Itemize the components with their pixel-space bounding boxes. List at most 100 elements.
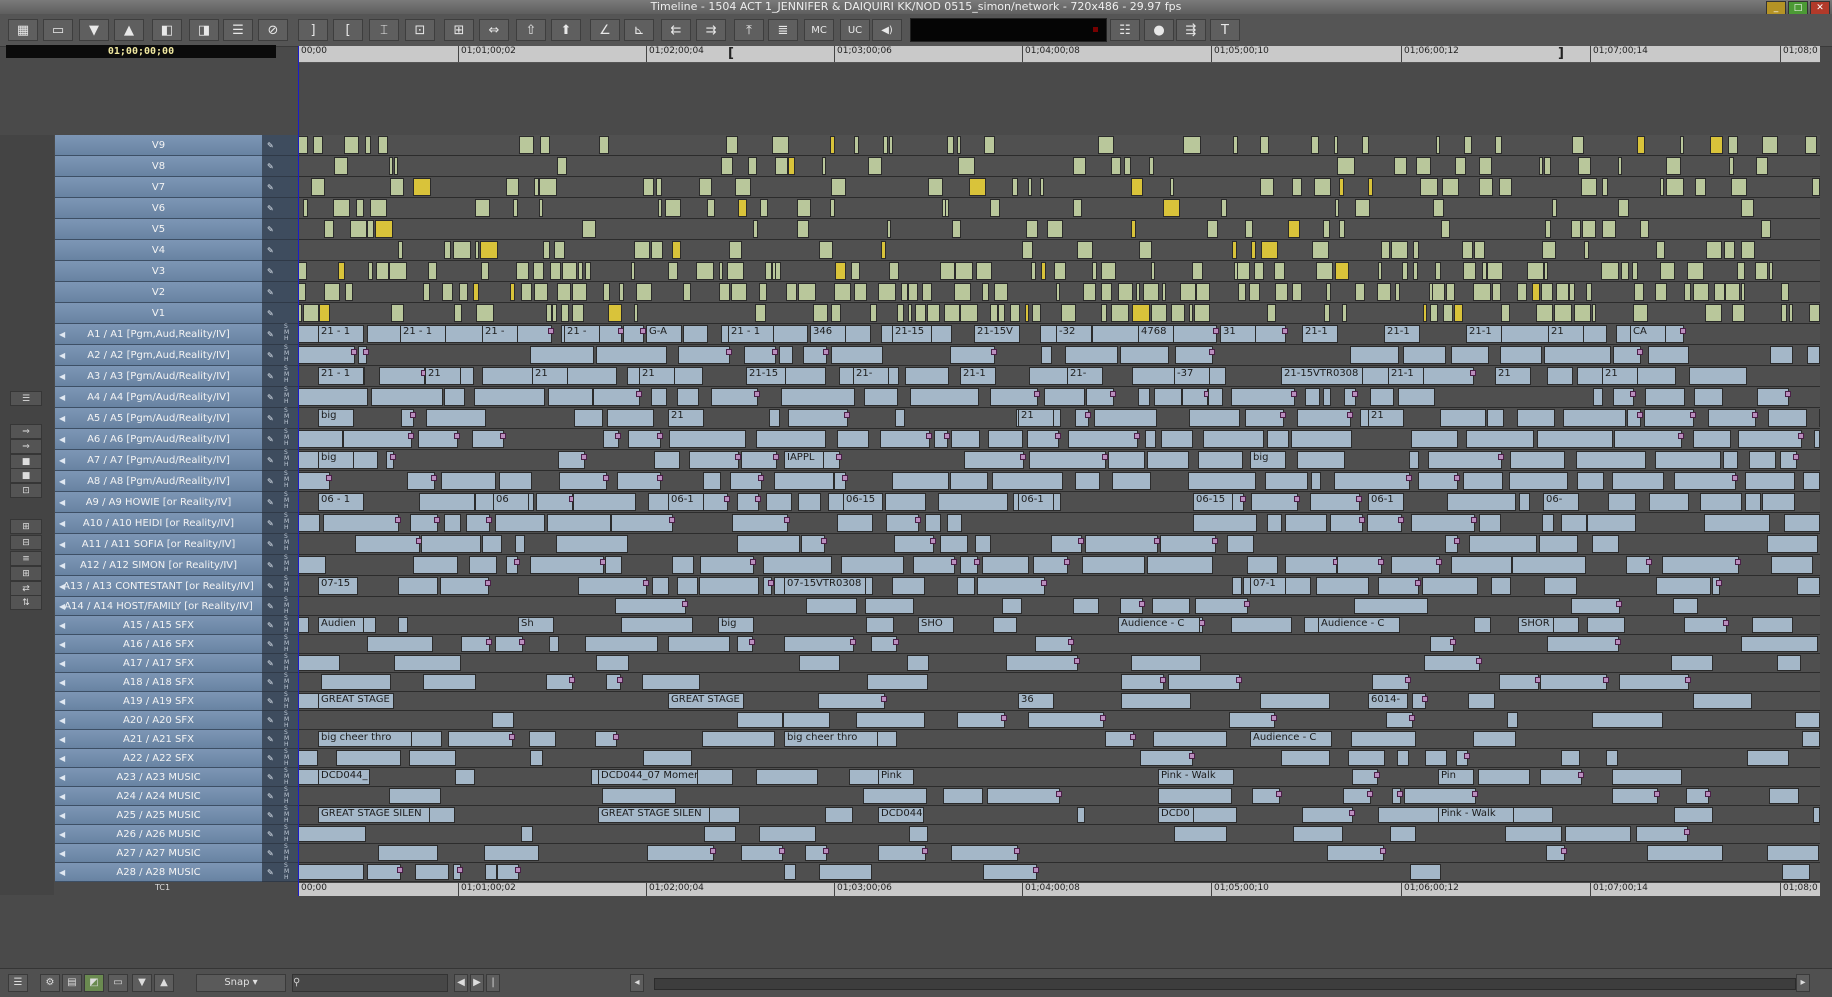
timeline-clip[interactable]: 06-1 [668,493,704,511]
keyframe-icon[interactable] [1367,791,1373,797]
timeline-clip[interactable] [656,178,662,196]
timeline-clip[interactable] [533,262,544,280]
timeline-clip[interactable]: 36 [1018,693,1054,709]
timeline-clip[interactable] [1175,346,1213,364]
keyframe-icon[interactable] [1100,715,1106,721]
timeline-clip[interactable] [1409,451,1419,469]
timeline-clip[interactable] [552,304,557,322]
timeline-clip[interactable] [298,826,366,842]
track-header[interactable]: ◀ A6 / A6 [Pgm/Aud/Reality/IV] [55,429,262,450]
timeline-clip[interactable] [368,262,373,280]
timeline-clip[interactable] [992,472,1063,490]
timeline-clip[interactable] [415,864,449,880]
timeline-clip[interactable] [1527,262,1544,280]
timeline-clip[interactable] [1251,241,1256,259]
track-lane[interactable] [298,597,1820,616]
timeline-clip[interactable] [759,826,816,842]
timeline-clip[interactable] [1377,283,1391,301]
timeline-clip[interactable] [1231,617,1292,633]
keyframe-icon[interactable] [1271,715,1277,721]
keyframe-icon[interactable] [1212,538,1218,544]
timeline-clip[interactable] [940,262,955,280]
timeline-clip[interactable] [389,157,393,175]
track-header[interactable]: ◀ A1 / A1 [Pgm,Aud,Reality/IV] [55,324,262,345]
timeline-clip[interactable] [634,304,638,322]
timeline-clip[interactable] [1324,304,1330,322]
track-lane[interactable] [298,303,1820,324]
track-header[interactable]: ◀ A22 / A22 SFX [55,749,262,768]
timeline-clip[interactable] [492,712,514,728]
mc-button[interactable]: MC [804,19,834,41]
timeline-clip[interactable] [1741,283,1745,301]
list2-icon[interactable]: ☷ [1110,19,1140,41]
timeline-clip[interactable] [727,262,744,280]
timeline-clip[interactable] [1378,807,1445,823]
keyframe-icon[interactable] [486,639,492,645]
track-audio-arrow-icon[interactable]: ◀ [59,673,65,691]
timeline-clip[interactable] [1231,388,1295,406]
track-header[interactable]: V7 [55,177,262,198]
timeline-clip[interactable] [1762,493,1795,511]
track-edit-icon[interactable]: ✎ [267,635,274,654]
timeline-clip[interactable] [444,388,465,406]
timeline-clip[interactable] [534,283,548,301]
timeline-clip[interactable] [1293,826,1343,842]
timeline-clip[interactable] [658,199,662,217]
timeline-clip[interactable] [892,577,925,595]
timeline-clip[interactable] [593,388,640,406]
timeline-clip[interactable]: Audience - C [1118,617,1200,633]
track-header[interactable]: ◀ A28 / A28 MUSIC [55,863,262,882]
keyframe-icon[interactable] [1110,391,1116,397]
timeline-clip[interactable] [1561,750,1580,766]
keyframe-icon[interactable] [1415,580,1421,586]
timeline-clip[interactable] [813,304,828,322]
timeline-clip[interactable] [319,304,330,322]
track-lane[interactable]: 21 - 1 21 21 21 21-15 21- 21-1 21- -37 21-15VTR03… [298,366,1820,387]
timeline-clip[interactable] [333,199,350,217]
timeline-clip[interactable]: 21 [532,367,568,385]
monitor-icon[interactable]: ⊡ [10,483,42,498]
keyframe-icon[interactable] [613,734,619,740]
keyframe-icon[interactable] [991,349,997,355]
timeline-clip[interactable] [1310,493,1360,511]
timeline-clip[interactable] [1487,409,1504,427]
track-audio-arrow-icon[interactable]: ◀ [59,616,65,634]
keyframe-icon[interactable] [773,454,779,460]
timeline-clip[interactable] [1354,598,1428,614]
timeline-clip[interactable] [1537,430,1613,448]
timeline-clip[interactable] [1593,388,1603,406]
keyframe-icon[interactable] [581,454,587,460]
timeline-clip[interactable] [837,430,869,448]
timeline-clip[interactable] [1350,346,1399,364]
timeline-clip[interactable] [1390,826,1416,842]
timeline-clip[interactable] [1265,472,1308,490]
timeline-clip[interactable] [1666,157,1681,175]
timeline-clip[interactable] [1784,514,1820,532]
timeline-clip[interactable] [1666,178,1684,196]
track-lane[interactable] [298,429,1820,450]
timeline-clip[interactable] [1261,241,1278,259]
timeline-clip[interactable] [334,157,348,175]
timeline-clip[interactable] [831,178,846,196]
timeline-clip[interactable] [1411,430,1458,448]
track-audio-arrow-icon[interactable]: ◀ [59,324,65,344]
timeline-clip[interactable] [1073,199,1082,217]
timeline-clip[interactable] [668,262,678,280]
timeline-clip[interactable] [1138,388,1150,406]
timeline-clip[interactable] [423,674,476,690]
timeline-clip[interactable]: GREAT STAGE SILEN [598,807,710,823]
timeline-clip[interactable] [1381,241,1390,259]
track-audio-arrow-icon[interactable]: ◀ [59,534,65,554]
timeline-clip[interactable] [990,388,1038,406]
keyframe-icon[interactable] [772,349,778,355]
timeline-clip[interactable] [1193,514,1257,532]
timeline-clip[interactable] [370,199,387,217]
timeline-clip[interactable] [689,451,739,469]
timeline-clip[interactable] [1474,241,1485,259]
timeline-clip[interactable] [1474,617,1491,633]
mark-out-icon[interactable]: ] [298,19,328,41]
solo-mute-icon[interactable]: SMH [284,408,289,426]
maximize-button[interactable]: □ [1788,1,1808,15]
timeline-clip[interactable] [1612,769,1682,785]
timeline-clip[interactable] [1732,304,1745,322]
